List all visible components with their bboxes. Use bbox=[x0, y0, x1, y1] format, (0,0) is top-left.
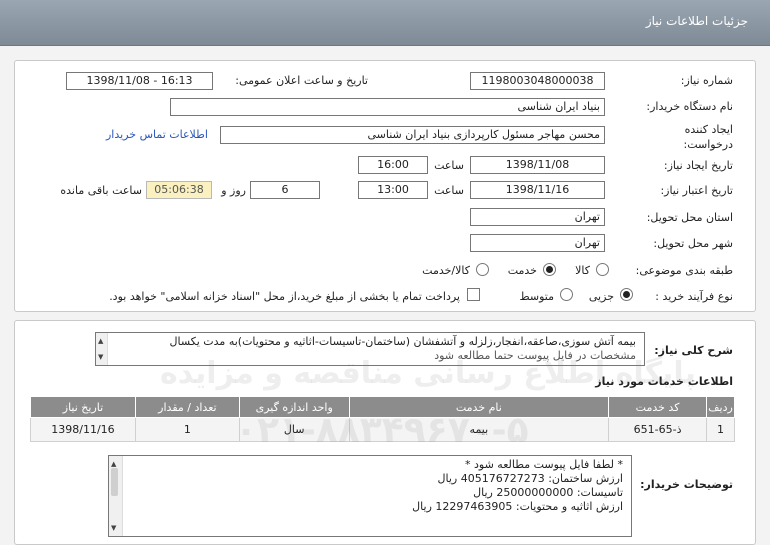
announce-label: تاریخ و ساعت اعلان عمومی: bbox=[235, 74, 368, 87]
category-radio-service[interactable] bbox=[543, 263, 556, 276]
buyer-notes-line-4: ارزش اثاثیه و محتویات: 12297463905 ریال bbox=[412, 500, 623, 513]
category-radio-goods-service[interactable] bbox=[476, 263, 489, 276]
buyer-notes-label: توضیحات خریدار: bbox=[640, 478, 733, 491]
process-label: نوع فرآیند خرید : bbox=[655, 290, 733, 303]
buyer-notes-line-2: ارزش ساختمان: 405176727273 ریال bbox=[437, 472, 624, 485]
description-textarea[interactable]: ▲ ▼ بیمه آتش سوزی،صاعقه،انفجار،زلزله و آت… bbox=[95, 332, 645, 366]
description-scrollbar[interactable]: ▲ ▼ bbox=[96, 333, 108, 365]
category-radio-goods[interactable] bbox=[596, 263, 609, 276]
province-label: استان محل تحویل: bbox=[646, 211, 733, 224]
buyer-notes-textarea[interactable]: ▲ ▼ * لطفا فایل پیوست مطالعه شود * ارزش س… bbox=[108, 455, 632, 537]
buyer-notes-line-1: * لطفا فایل پیوست مطالعه شود * bbox=[465, 458, 623, 471]
process-medium-label: متوسط bbox=[519, 290, 554, 303]
requester-label: ایجاد کننده درخواست: bbox=[683, 123, 733, 151]
valid-date-field[interactable]: 1398/11/16 bbox=[470, 181, 605, 199]
column-header-row-number: ردیف bbox=[706, 396, 735, 418]
city-label: شهر محل تحویل: bbox=[653, 237, 733, 250]
city-field[interactable]: تهران bbox=[470, 234, 605, 252]
description-label: شرح کلی نیاز: bbox=[654, 344, 733, 357]
category-label: طبقه بندی موضوعی: bbox=[635, 264, 733, 277]
process-minor-label: جزیی bbox=[588, 290, 614, 303]
services-table: ردیف کد خدمت نام خدمت واحد اندازه گیری ت… bbox=[30, 396, 735, 442]
buyer-org-label: نام دستگاه خریدار: bbox=[646, 100, 733, 113]
description-line-2: مشخصات در فایل پیوست حتما مطالعه شود bbox=[434, 349, 636, 362]
category-goods-label: کالا bbox=[575, 264, 590, 277]
created-date-field[interactable]: 1398/11/08 bbox=[470, 156, 605, 174]
cell-need-date: 1398/11/16 bbox=[30, 417, 136, 442]
created-time-field[interactable]: 16:00 bbox=[358, 156, 428, 174]
valid-time-label: ساعت bbox=[434, 184, 464, 197]
category-service-label: خدمت bbox=[507, 264, 537, 277]
category-goods-service-label: کالا/خدمت bbox=[422, 264, 470, 277]
created-time-label: ساعت bbox=[434, 159, 464, 172]
treasury-payment-note: پرداخت تمام یا بخشی از مبلغ خرید،از محل … bbox=[109, 290, 460, 303]
page-title: جزئیات اطلاعات نیاز bbox=[645, 14, 748, 28]
contact-info-link[interactable]: اطلاعات تماس خریدار bbox=[106, 128, 208, 141]
column-header-need-date: تاریخ نیاز bbox=[30, 396, 136, 418]
cell-unit: سال bbox=[238, 417, 350, 442]
days-label: روز و bbox=[221, 184, 246, 197]
description-line-1: بیمه آتش سوزی،صاعقه،انفجار،زلزله و آتشفش… bbox=[169, 335, 636, 348]
need-number-field[interactable]: 1198003048000038 bbox=[470, 72, 605, 90]
created-label: تاریخ ایجاد نیاز: bbox=[663, 159, 733, 172]
column-header-quantity: تعداد / مقدار bbox=[134, 396, 240, 418]
cell-service-code: ذ-65-651 bbox=[608, 417, 708, 442]
table-row[interactable]: 1 ذ-65-651 بیمه سال 1 1398/11/16 bbox=[30, 417, 735, 442]
buyer-notes-line-3: تاسیسات: 25000000000 ریال bbox=[473, 486, 623, 499]
cell-quantity: 1 bbox=[134, 417, 240, 442]
process-radio-medium[interactable] bbox=[560, 288, 573, 301]
cell-service-name: بیمه bbox=[348, 417, 610, 442]
header-bar: جزئیات اطلاعات نیاز bbox=[0, 0, 770, 46]
treasury-payment-checkbox[interactable] bbox=[467, 288, 480, 301]
announce-field[interactable]: 1398/11/08 - 16:13 bbox=[66, 72, 213, 90]
column-header-service-name: نام خدمت bbox=[348, 396, 610, 418]
remaining-label: ساعت باقی مانده bbox=[60, 184, 142, 197]
need-number-label: شماره نیاز: bbox=[680, 74, 733, 87]
buyer-notes-scrollbar[interactable]: ▲ ▼ bbox=[109, 456, 123, 536]
services-section-title: اطلاعات خدمات مورد نیاز bbox=[595, 375, 733, 388]
province-field[interactable]: تهران bbox=[470, 208, 605, 226]
process-radio-minor[interactable] bbox=[620, 288, 633, 301]
column-header-unit: واحد اندازه گیری bbox=[238, 396, 350, 418]
buyer-org-field[interactable]: بنیاد ایران شناسی bbox=[170, 98, 605, 116]
days-field[interactable]: 6 bbox=[250, 181, 320, 199]
services-header-row: ردیف کد خدمت نام خدمت واحد اندازه گیری ت… bbox=[30, 396, 735, 418]
requester-field[interactable]: محسن مهاجر مسئول کارپردازی بنیاد ایران ش… bbox=[220, 126, 605, 144]
remaining-time-field: 05:06:38 bbox=[146, 181, 212, 199]
cell-row-number: 1 bbox=[706, 417, 735, 442]
column-header-service-code: کد خدمت bbox=[608, 396, 708, 418]
valid-label: تاریخ اعتبار نیاز: bbox=[660, 184, 733, 197]
valid-time-field[interactable]: 13:00 bbox=[358, 181, 428, 199]
